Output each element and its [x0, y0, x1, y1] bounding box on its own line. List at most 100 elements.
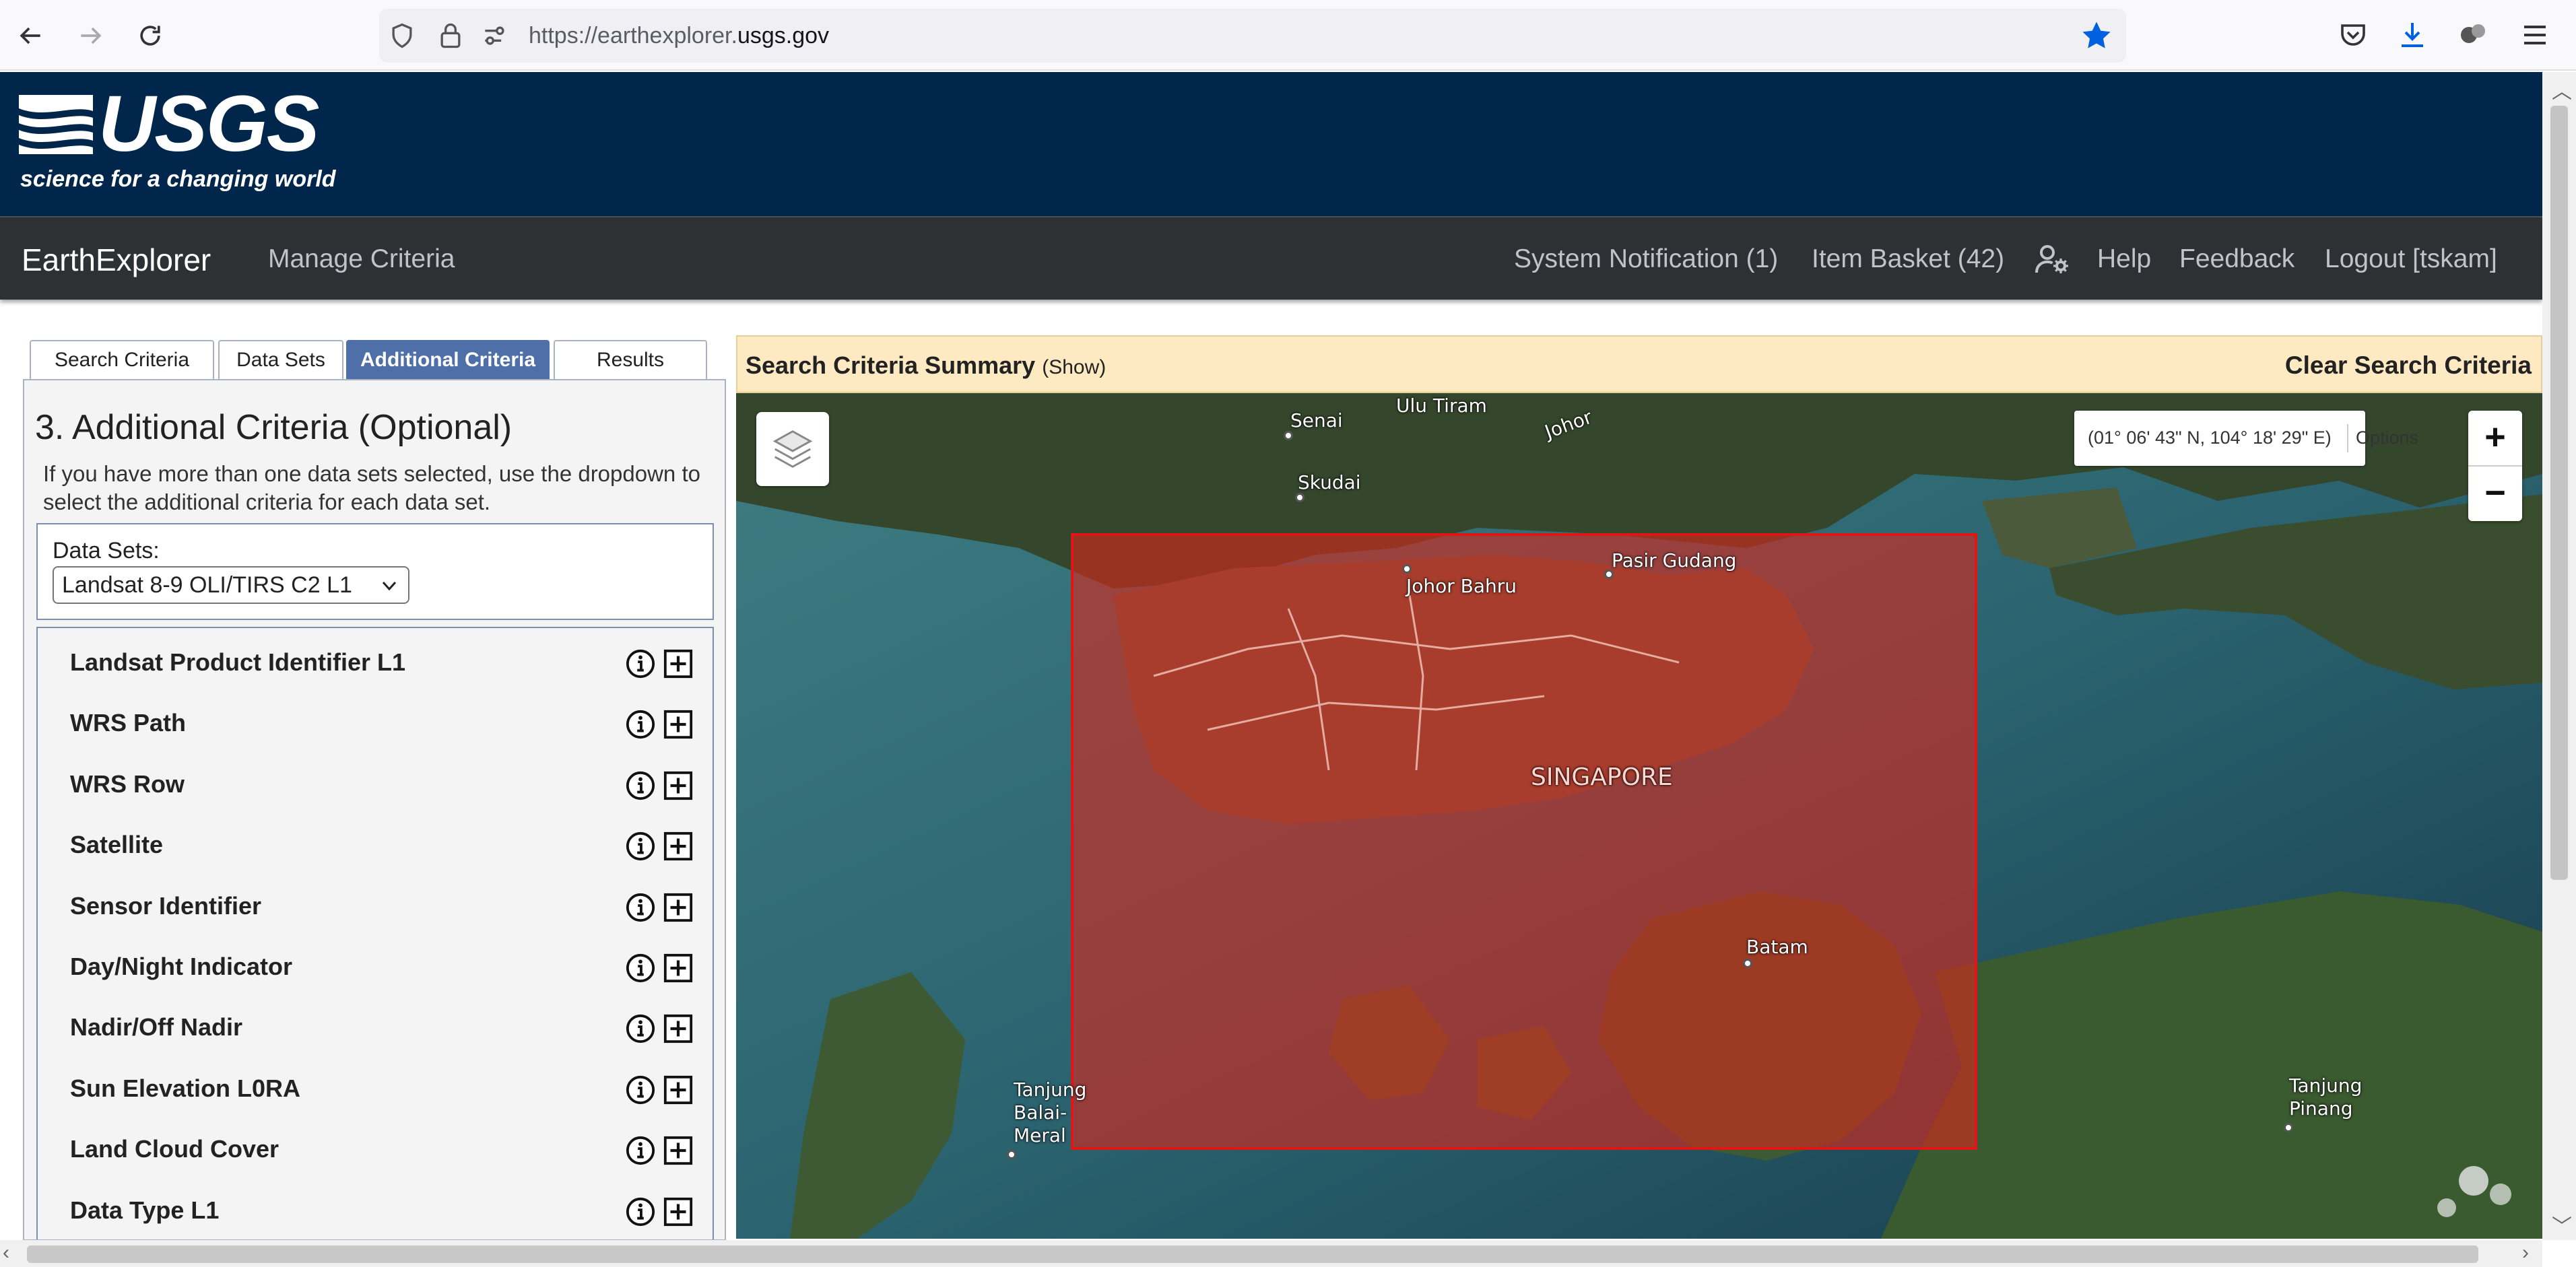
criteria-row[interactable]: WRS Row: [38, 754, 711, 815]
tab-additional-criteria[interactable]: Additional Criteria: [346, 340, 550, 379]
criteria-label[interactable]: Nadir/Off Nadir: [70, 1013, 242, 1041]
place-label-tanjung-balai-2: Balai-: [1014, 1101, 1067, 1124]
pocket-icon[interactable]: [2337, 19, 2369, 51]
dataset-selector-box: Data Sets: Landsat 8-9 OLI/TIRS C2 L1: [36, 523, 714, 620]
place-label-tanjung-balai-1: Tanjung: [1014, 1078, 1087, 1101]
help-link[interactable]: Help: [2097, 244, 2151, 274]
criteria-label[interactable]: Data Type L1: [70, 1196, 219, 1225]
place-dot: [1295, 493, 1304, 502]
zoom-control: + −: [2468, 411, 2522, 521]
info-icon[interactable]: [625, 1074, 656, 1105]
extensions-icon[interactable]: [2457, 19, 2489, 51]
map-view[interactable]: Senai Ulu Tiram Johor Skudai Johor Bahru…: [736, 393, 2542, 1239]
plus-square-icon[interactable]: [663, 953, 694, 984]
place-label-tanjung-pinang-2: Pinang: [2289, 1097, 2353, 1120]
info-icon[interactable]: [625, 770, 656, 801]
scroll-up-icon[interactable]: ︿: [2552, 75, 2572, 104]
system-notification-link[interactable]: System Notification (1): [1514, 244, 1778, 274]
lock-icon[interactable]: [436, 21, 465, 50]
satellite-map-image[interactable]: [736, 393, 2542, 1239]
feedback-link[interactable]: Feedback: [2179, 244, 2294, 274]
criteria-row[interactable]: Sun Elevation L0RA: [38, 1058, 711, 1119]
plus-square-icon[interactable]: [663, 1135, 694, 1166]
horizontal-scroll-thumb[interactable]: [27, 1245, 2478, 1263]
manage-criteria-link[interactable]: Manage Criteria: [268, 244, 455, 274]
criteria-row[interactable]: Sensor Identifier: [38, 876, 711, 936]
url-text: https://earthexplorer.usgs.gov: [529, 21, 829, 50]
criteria-label[interactable]: Land Cloud Cover: [70, 1135, 279, 1163]
info-icon[interactable]: [625, 953, 656, 984]
hamburger-menu-icon[interactable]: [2519, 19, 2551, 51]
clear-search-criteria-link[interactable]: Clear Search Criteria: [2285, 351, 2532, 380]
additional-criteria-panel: 3. Additional Criteria (Optional) If you…: [23, 379, 726, 1241]
criteria-label[interactable]: Day/Night Indicator: [70, 953, 292, 981]
bookmark-star-icon[interactable]: [2079, 18, 2114, 53]
info-icon[interactable]: [625, 1196, 656, 1227]
reload-icon[interactable]: [128, 13, 172, 58]
forward-arrow-icon[interactable]: [69, 13, 113, 58]
criteria-row[interactable]: Satellite: [38, 815, 711, 875]
plus-square-icon[interactable]: [663, 648, 694, 679]
summary-show-link[interactable]: (Show): [1042, 356, 1106, 378]
url-domain: usgs.gov: [737, 23, 830, 48]
item-basket-link[interactable]: Item Basket (42): [1812, 244, 2004, 274]
layers-button[interactable]: [756, 412, 829, 486]
coordinate-readout: (01° 06' 43" N, 104° 18' 29" E) Options: [2074, 411, 2418, 466]
usgs-logo[interactable]: USGS: [98, 84, 319, 164]
criteria-row[interactable]: Day/Night Indicator: [38, 936, 711, 997]
tab-data-sets[interactable]: Data Sets: [218, 340, 343, 379]
plus-square-icon[interactable]: [663, 1074, 694, 1105]
criteria-row[interactable]: WRS Path: [38, 693, 711, 753]
zoom-out-button[interactable]: −: [2468, 467, 2522, 520]
plus-square-icon[interactable]: [663, 709, 694, 740]
plus-square-icon[interactable]: [663, 1196, 694, 1227]
dataset-dropdown[interactable]: Landsat 8-9 OLI/TIRS C2 L1: [53, 566, 409, 604]
place-dot: [1402, 564, 1412, 574]
tab-results[interactable]: Results: [554, 340, 707, 379]
scroll-down-icon[interactable]: ﹀: [2552, 1210, 2572, 1239]
vertical-scroll-thumb[interactable]: [2550, 106, 2568, 880]
criteria-row[interactable]: Data Type L1: [38, 1180, 711, 1239]
place-label-skudai: Skudai: [1298, 471, 1361, 493]
criteria-label[interactable]: Satellite: [70, 831, 163, 859]
criteria-label[interactable]: Landsat Product Identifier L1: [70, 648, 405, 677]
info-icon[interactable]: [625, 831, 656, 862]
panel-title: 3. Additional Criteria (Optional): [35, 408, 513, 447]
back-arrow-icon[interactable]: [8, 13, 53, 58]
coordinate-divider: [2347, 424, 2348, 452]
zoom-in-button[interactable]: +: [2468, 411, 2522, 465]
plus-square-icon[interactable]: [663, 1013, 694, 1044]
user-gear-icon[interactable]: [2035, 243, 2070, 275]
coordinate-text: (01° 06' 43" N, 104° 18' 29" E): [2088, 427, 2332, 448]
coordinate-options-button[interactable]: Options: [2356, 427, 2418, 448]
criteria-row[interactable]: Land Cloud Cover: [38, 1119, 711, 1179]
usgs-logo-waves-icon[interactable]: [19, 92, 93, 154]
plus-square-icon[interactable]: [663, 892, 694, 923]
plus-square-icon[interactable]: [663, 770, 694, 801]
plus-square-icon[interactable]: [663, 831, 694, 862]
download-icon[interactable]: [2396, 19, 2429, 51]
criteria-label[interactable]: Sun Elevation L0RA: [70, 1074, 300, 1103]
tab-search-criteria[interactable]: Search Criteria: [30, 340, 214, 379]
criteria-label[interactable]: WRS Row: [70, 770, 185, 798]
permissions-icon[interactable]: [480, 21, 510, 50]
info-icon[interactable]: [625, 1013, 656, 1044]
info-icon[interactable]: [625, 709, 656, 740]
place-label-batam: Batam: [1746, 936, 1808, 958]
summary-title: Search Criteria Summary (Show): [746, 351, 1106, 380]
vertical-scrollbar[interactable]: ︿ ﹀: [2542, 72, 2576, 1240]
shield-icon[interactable]: [387, 21, 417, 50]
scroll-right-icon[interactable]: ›: [2522, 1241, 2529, 1264]
criteria-label[interactable]: WRS Path: [70, 709, 186, 737]
info-icon[interactable]: [625, 648, 656, 679]
app-title[interactable]: EarthExplorer: [22, 242, 211, 278]
info-icon[interactable]: [625, 892, 656, 923]
criteria-row[interactable]: Nadir/Off Nadir: [38, 997, 711, 1058]
criteria-label[interactable]: Sensor Identifier: [70, 892, 261, 920]
logout-link[interactable]: Logout [tskam]: [2325, 244, 2497, 274]
info-icon[interactable]: [625, 1135, 656, 1166]
criteria-row[interactable]: Landsat Product Identifier L1: [38, 632, 711, 693]
scroll-left-icon[interactable]: ‹: [3, 1241, 9, 1264]
horizontal-scrollbar[interactable]: ‹ ›: [0, 1240, 2542, 1267]
url-bar[interactable]: https://earthexplorer.usgs.gov: [379, 9, 2126, 63]
